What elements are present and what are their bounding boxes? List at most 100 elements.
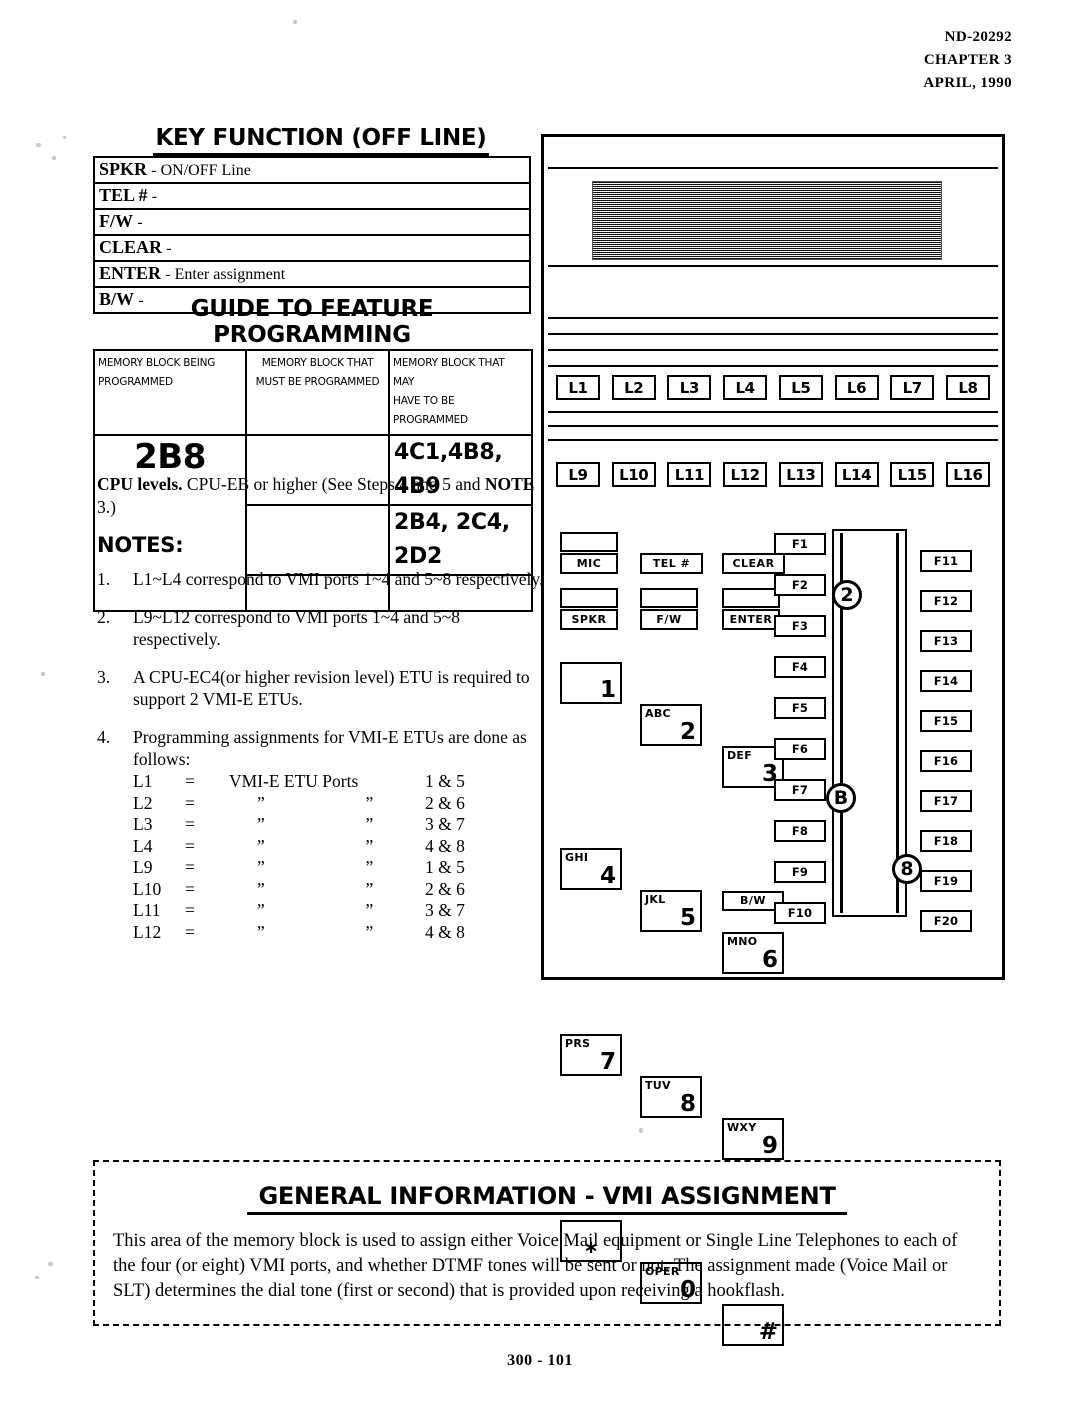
line-key-l10[interactable]: L10 <box>611 462 656 487</box>
spkr-button[interactable]: SPKR <box>560 609 618 630</box>
line-key-l8[interactable]: L8 <box>945 375 990 400</box>
note-number: 4. <box>97 727 111 747</box>
function-key-f2[interactable]: F2 <box>774 574 826 596</box>
general-information-body: This area of the memory block is used to… <box>113 1231 958 1301</box>
dialpad-key-4[interactable]: GHI 4 <box>560 848 622 890</box>
line-key-l5[interactable]: L5 <box>778 375 823 400</box>
scan-artifact <box>52 156 56 160</box>
table-row: CLEAR - <box>94 234 530 261</box>
line-key-l16[interactable]: L16 <box>945 462 990 487</box>
line-key-l13[interactable]: L13 <box>778 462 823 487</box>
function-key-f12[interactable]: F12 <box>920 590 972 612</box>
function-key-f20[interactable]: F20 <box>920 910 972 932</box>
table-header-row: MEMORY BLOCK BEING PROGRAMMED MEMORY BLO… <box>93 349 533 436</box>
scan-artifact <box>293 20 297 24</box>
key-label: TEL # <box>99 185 148 205</box>
function-key-f16[interactable]: F16 <box>920 750 972 772</box>
line-key-l6[interactable]: L6 <box>834 375 879 400</box>
table-row: L11 = ” ” 3 & 7 <box>133 900 485 922</box>
dialpad-key-7[interactable]: PRS 7 <box>560 1034 622 1076</box>
function-key-f3[interactable]: F3 <box>774 615 826 637</box>
port-pair-value: 1 & 5 <box>425 771 465 791</box>
line-key-l4[interactable]: L4 <box>723 375 768 400</box>
dialpad-key-2[interactable]: ABC 2 <box>640 704 702 746</box>
line-key-l15[interactable]: L15 <box>890 462 935 487</box>
function-key-f10[interactable]: F10 <box>774 902 826 924</box>
tel-number-button[interactable]: TEL # <box>640 553 703 574</box>
clear-button[interactable]: CLEAR <box>722 553 785 574</box>
dialpad-key-8[interactable]: TUV 8 <box>640 1076 702 1118</box>
enter-lamp <box>722 588 780 608</box>
revision-date: APRIL, 1990 <box>923 75 1012 91</box>
line-key-l14[interactable]: L14 <box>834 462 879 487</box>
port-pair-value: 2 & 6 <box>425 792 465 813</box>
cpu-levels-text-2: 3.) <box>97 497 116 517</box>
enter-button[interactable]: ENTER <box>722 609 780 630</box>
port-pair-value: 4 & 8 <box>425 921 465 942</box>
line-key-label: L1 <box>133 771 153 791</box>
line-key-l1[interactable]: L1 <box>556 375 600 400</box>
fw-button[interactable]: F/W <box>640 609 698 630</box>
function-key-f7[interactable]: F7 <box>774 779 826 801</box>
bezel-divider <box>548 265 998 267</box>
note-text: A CPU-EC4(or higher revision level) ETU … <box>133 667 530 709</box>
column-header-3-line2: HAVE TO BE PROGRAMMED <box>393 395 468 426</box>
document-header: ND-20292 CHAPTER 3 APRIL, 1990 <box>923 26 1012 95</box>
scan-artifact <box>35 1276 39 1279</box>
function-key-f9[interactable]: F9 <box>774 861 826 883</box>
function-key-f6[interactable]: F6 <box>774 738 826 760</box>
function-key-f14[interactable]: F14 <box>920 670 972 692</box>
function-key-f15[interactable]: F15 <box>920 710 972 732</box>
dialpad-digit: 6 <box>761 947 778 973</box>
line-key-l2[interactable]: L2 <box>611 375 656 400</box>
function-key-f5[interactable]: F5 <box>774 697 826 719</box>
line-key-l12[interactable]: L12 <box>723 462 768 487</box>
line-key-label: L9 <box>133 857 153 877</box>
dialpad-alpha: GHI <box>565 851 589 864</box>
function-key-f4[interactable]: F4 <box>774 656 826 678</box>
dialpad-key-9[interactable]: WXY 9 <box>722 1118 784 1160</box>
cpu-levels-note-word: NOTE <box>484 474 535 494</box>
fw-lamp <box>640 588 698 608</box>
equals-sign: = <box>185 771 195 791</box>
key-description: - <box>166 240 172 257</box>
ditto-mark-2: ” <box>365 921 374 942</box>
dialpad-digit: 9 <box>761 1133 778 1159</box>
list-item: 4. Programming assignments for VMI-E ETU… <box>97 726 545 943</box>
line-key-l3[interactable]: L3 <box>667 375 712 400</box>
dialpad-key-5[interactable]: JKL 5 <box>640 890 702 932</box>
line-key-label: L12 <box>133 921 162 942</box>
line-key-l11[interactable]: L11 <box>667 462 712 487</box>
ditto-mark-1: ” <box>257 878 265 899</box>
note-number: 2. <box>97 607 111 627</box>
function-key-f11[interactable]: F11 <box>920 550 972 572</box>
equals-sign: = <box>185 921 195 942</box>
vmi-port-assignment-table: L1 = VMI-E ETU Ports 1 & 5 L2 = ” ” 2 & … <box>133 771 485 943</box>
function-key-f1[interactable]: F1 <box>774 533 826 555</box>
function-key-f13[interactable]: F13 <box>920 630 972 652</box>
function-key-f19[interactable]: F19 <box>920 870 972 892</box>
cpu-levels-label: CPU levels. <box>97 474 183 494</box>
mic-button[interactable]: MIC <box>560 553 618 574</box>
line-key-l9[interactable]: L9 <box>556 462 600 487</box>
equals-sign: = <box>185 835 195 856</box>
key-description: - Enter assignment <box>165 266 286 283</box>
function-key-f17[interactable]: F17 <box>920 790 972 812</box>
dialpad-key-6[interactable]: MNO 6 <box>722 932 784 974</box>
port-pair-value: 3 & 7 <box>425 814 465 834</box>
line-key-label: L10 <box>133 878 162 899</box>
dialpad-key-1[interactable]: 1 <box>560 662 622 704</box>
spkr-lamp <box>560 588 618 608</box>
function-key-f8[interactable]: F8 <box>774 820 826 842</box>
ditto-mark-2: ” <box>365 814 374 834</box>
equals-sign: = <box>185 878 195 899</box>
bezel-divider <box>548 365 998 367</box>
scan-artifact <box>63 136 66 139</box>
table-row: TEL # - <box>94 182 530 209</box>
function-key-f18[interactable]: F18 <box>920 830 972 852</box>
line-key-l7[interactable]: L7 <box>890 375 935 400</box>
list-item: 2. L9~L12 correspond to VMI ports 1~4 an… <box>97 606 545 650</box>
bezel-divider <box>548 425 998 427</box>
scan-artifact <box>639 1128 643 1133</box>
note-number: 3. <box>97 667 111 687</box>
